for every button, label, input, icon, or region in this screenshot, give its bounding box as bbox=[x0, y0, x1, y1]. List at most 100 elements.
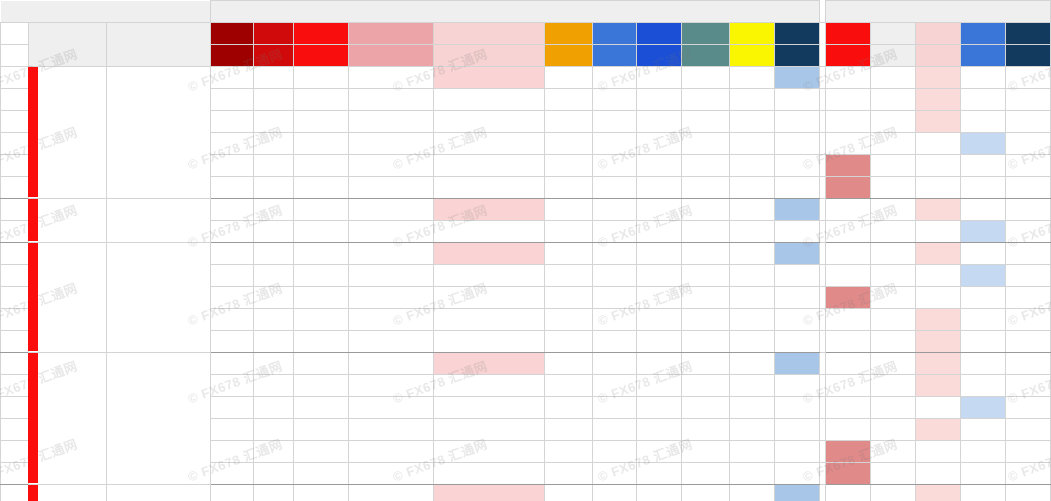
cell-r2-em-2 bbox=[914, 132, 961, 155]
cell-r2-x-1 bbox=[869, 242, 916, 265]
cell-r1-sp bbox=[729, 220, 775, 243]
row-left-bar bbox=[0, 132, 30, 155]
cell-r1-lo bbox=[210, 242, 255, 265]
cell-r2-x-1 bbox=[869, 176, 916, 199]
cell-r2-fn-4 bbox=[1004, 462, 1051, 485]
cell-r1-lr bbox=[592, 440, 638, 463]
cell-r1-em bbox=[433, 154, 546, 177]
cell-r1-dlf bbox=[636, 264, 683, 287]
group-marker-bar bbox=[28, 484, 38, 501]
pollster-name[interactable] bbox=[28, 352, 108, 485]
cell-r1-r bbox=[544, 176, 594, 199]
cell-r1-em bbox=[433, 242, 546, 265]
cell-r1-fn bbox=[773, 418, 820, 441]
cell-r1-ps bbox=[348, 330, 435, 353]
cell-r1-r bbox=[544, 396, 594, 419]
cell-r2-fi-0 bbox=[824, 154, 871, 177]
party-header-row bbox=[0, 22, 1051, 67]
cell-r1-lo bbox=[210, 132, 255, 155]
cell-r1-ps bbox=[348, 242, 435, 265]
cell-r1-fi bbox=[293, 396, 350, 419]
cell-r1-fi bbox=[293, 242, 350, 265]
pollster-name[interactable] bbox=[28, 66, 108, 199]
cell-r1-fn bbox=[773, 396, 820, 419]
cell-r1-upr bbox=[681, 242, 731, 265]
cell-r1-upr bbox=[681, 352, 731, 375]
cell-r1-sp bbox=[729, 286, 775, 309]
cell-r2-fn-4 bbox=[1004, 220, 1051, 243]
row-left-bar bbox=[0, 330, 30, 353]
cell-r2-lr-3 bbox=[959, 66, 1006, 89]
cell-r2-lr-3 bbox=[959, 418, 1006, 441]
cell-r1-lo bbox=[210, 88, 255, 111]
cell-r1-em bbox=[433, 176, 546, 199]
cell-r1-fn bbox=[773, 352, 820, 375]
cell-r1-lr bbox=[592, 198, 638, 221]
first-round-candidate-lassalle bbox=[544, 44, 594, 67]
group-marker-bar bbox=[28, 66, 38, 197]
cell-r2-fn-4 bbox=[1004, 396, 1051, 419]
pollster-name[interactable] bbox=[28, 484, 108, 501]
cell-r1-r bbox=[544, 198, 594, 221]
cell-r2-fi-0 bbox=[824, 330, 871, 353]
cell-r1-upr bbox=[681, 66, 731, 89]
cell-r1-lo bbox=[210, 396, 255, 419]
cell-r2-lr-3 bbox=[959, 308, 1006, 331]
cell-r2-lr-3 bbox=[959, 220, 1006, 243]
cell-r2-em-2 bbox=[914, 176, 961, 199]
cell-r1-npa bbox=[253, 352, 295, 375]
cell-r1-em bbox=[433, 352, 546, 375]
second-round-title bbox=[824, 0, 1051, 23]
cell-r2-lr-3 bbox=[959, 286, 1006, 309]
row-left-bar bbox=[0, 484, 30, 501]
cell-r2-fi-0 bbox=[824, 176, 871, 199]
cell-r1-r bbox=[544, 374, 594, 397]
cell-r1-ps bbox=[348, 286, 435, 309]
cell-r1-fn bbox=[773, 440, 820, 463]
cell-r1-npa bbox=[253, 66, 295, 89]
cell-r2-fn-4 bbox=[1004, 88, 1051, 111]
first-round-party-sp bbox=[729, 22, 775, 45]
table-header bbox=[0, 0, 1051, 67]
cell-r1-ps bbox=[348, 154, 435, 177]
cell-r1-lo bbox=[210, 110, 255, 133]
cell-r1-fn bbox=[773, 308, 820, 331]
cell-r2-x-1 bbox=[869, 308, 916, 331]
first-round-candidate-fillon bbox=[592, 44, 638, 67]
cell-r1-sp bbox=[729, 352, 775, 375]
cell-r1-em bbox=[433, 110, 546, 133]
round-title-row bbox=[0, 0, 1051, 23]
group-marker-bar bbox=[28, 198, 38, 241]
cell-r2-lr-3 bbox=[959, 198, 1006, 221]
first-round-party-dlf bbox=[636, 22, 683, 45]
cell-r1-upr bbox=[681, 374, 731, 397]
cell-r1-npa bbox=[253, 418, 295, 441]
cell-r2-em-2 bbox=[914, 110, 961, 133]
first-round-candidate-lepen bbox=[773, 44, 820, 67]
cell-r1-lo bbox=[210, 154, 255, 177]
fieldwork-date bbox=[106, 66, 212, 199]
cell-r1-r bbox=[544, 242, 594, 265]
group-marker-bar bbox=[28, 352, 38, 483]
cell-r1-sp bbox=[729, 88, 775, 111]
cell-r2-fn-4 bbox=[1004, 176, 1051, 199]
second-round-candidate-mlen-0 bbox=[824, 44, 871, 67]
cell-r2-x-1 bbox=[869, 396, 916, 419]
cell-r1-lr bbox=[592, 352, 638, 375]
cell-r1-upr bbox=[681, 286, 731, 309]
cell-r1-lr bbox=[592, 396, 638, 419]
cell-r1-ps bbox=[348, 220, 435, 243]
pollster-name[interactable] bbox=[28, 242, 108, 353]
cell-r1-fi bbox=[293, 286, 350, 309]
first-round-party-npa bbox=[253, 22, 295, 45]
cell-r1-r bbox=[544, 308, 594, 331]
cell-r2-em-2 bbox=[914, 308, 961, 331]
cell-r1-sp bbox=[729, 484, 775, 501]
row-left-bar bbox=[0, 242, 30, 265]
cell-r2-em-2 bbox=[914, 440, 961, 463]
cell-r1-npa bbox=[253, 286, 295, 309]
cell-r1-fi bbox=[293, 308, 350, 331]
first-round-candidate-mlench bbox=[293, 44, 350, 67]
pollster-name[interactable] bbox=[28, 198, 108, 243]
cell-r2-em-2 bbox=[914, 88, 961, 111]
